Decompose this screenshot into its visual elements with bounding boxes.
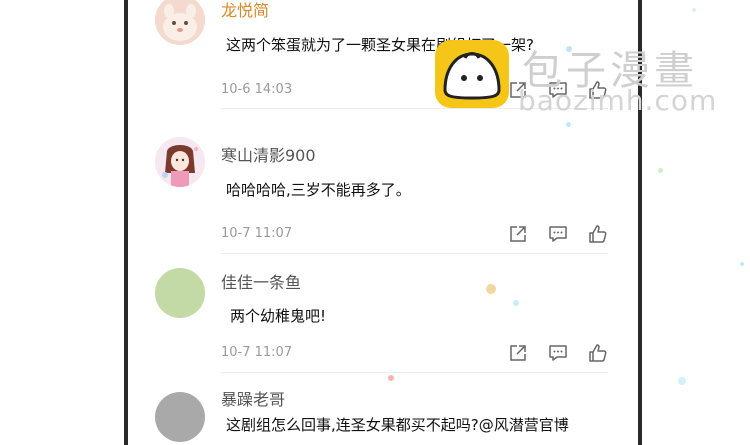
divider — [221, 253, 608, 254]
comment-actions — [508, 224, 608, 244]
sparkle-decoration — [388, 375, 394, 381]
avatar[interactable] — [155, 0, 205, 45]
watermark-site-url: baozimh.com — [518, 84, 718, 117]
sparkle-decoration — [678, 377, 686, 385]
avatar[interactable] — [155, 268, 205, 318]
comment-timestamp: 10-7 11:07 — [221, 345, 293, 360]
comment-username[interactable]: 寒山清影900 — [221, 142, 316, 166]
divider — [221, 372, 608, 373]
like-icon[interactable] — [588, 343, 608, 363]
watermark-logo — [435, 40, 509, 108]
reply-icon[interactable] — [548, 343, 568, 363]
sparkle-decoration — [692, 8, 696, 12]
comment-username[interactable]: 佳佳一条鱼 — [221, 269, 301, 293]
comment-timestamp: 10-6 14:03 — [221, 82, 293, 97]
sparkle-decoration — [658, 168, 663, 173]
comment-actions — [508, 343, 608, 363]
like-icon[interactable] — [588, 224, 608, 244]
avatar[interactable] — [155, 137, 205, 187]
sparkle-decoration — [740, 262, 744, 266]
share-icon[interactable] — [508, 343, 528, 363]
sparkle-decoration — [566, 46, 572, 52]
comment-timestamp: 10-7 11:07 — [221, 226, 293, 241]
sparkle-decoration — [513, 300, 519, 306]
avatar[interactable] — [155, 392, 205, 442]
comment-username[interactable]: 暴躁老哥 — [221, 386, 285, 410]
comment-text: 这剧组怎么回事,连圣女果都买不起吗?@风潜营官博 — [226, 416, 569, 434]
comment-text: 哈哈哈哈,三岁不能再多了。 — [226, 181, 411, 199]
sparkle-decoration — [486, 284, 496, 294]
share-icon[interactable] — [508, 224, 528, 244]
comment-username[interactable]: 龙悦简 — [221, 0, 269, 21]
reply-icon[interactable] — [548, 224, 568, 244]
comment-text: 两个幼稚鬼吧! — [230, 307, 327, 325]
sparkle-decoration — [566, 122, 571, 127]
